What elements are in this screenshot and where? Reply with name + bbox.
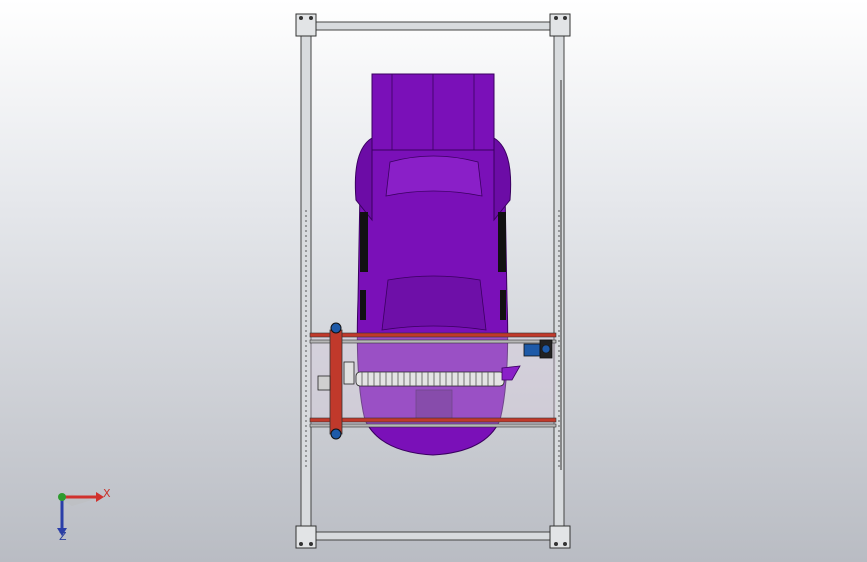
car-tire-rr <box>498 212 506 272</box>
frame-corner-tl <box>295 13 317 37</box>
frame-bottom-beam <box>300 531 565 541</box>
gantry-rail-bottom-2 <box>309 423 557 428</box>
triad-x-label: X <box>103 487 111 500</box>
cad-3d-viewport[interactable]: X Y Z <box>0 0 867 562</box>
frame-top-beam <box>300 21 565 31</box>
frame-corner-tr <box>549 13 571 37</box>
gantry-rail-top <box>309 332 557 338</box>
car-hood <box>381 275 487 331</box>
car-right-fender <box>493 137 512 222</box>
gantry-wheel-top <box>330 322 342 334</box>
triad-z-label: Z <box>59 530 67 543</box>
car-roof <box>385 155 483 197</box>
gantry-carriage <box>329 329 343 435</box>
car-tire-fl <box>360 290 366 320</box>
model-scene[interactable] <box>0 0 867 562</box>
frame-corner-br <box>549 525 571 549</box>
gantry-rail-top-2 <box>309 339 557 344</box>
gantry-wheel-bottom <box>330 428 342 440</box>
car-tire-fr <box>500 290 506 320</box>
gantry-rail-bottom <box>309 417 557 423</box>
car-left-fender <box>354 137 373 222</box>
wash-gantry[interactable] <box>309 322 557 440</box>
triad-y-axis-dot <box>58 493 66 501</box>
car-tire-rl <box>360 212 368 272</box>
frame-corner-bl <box>295 525 317 549</box>
